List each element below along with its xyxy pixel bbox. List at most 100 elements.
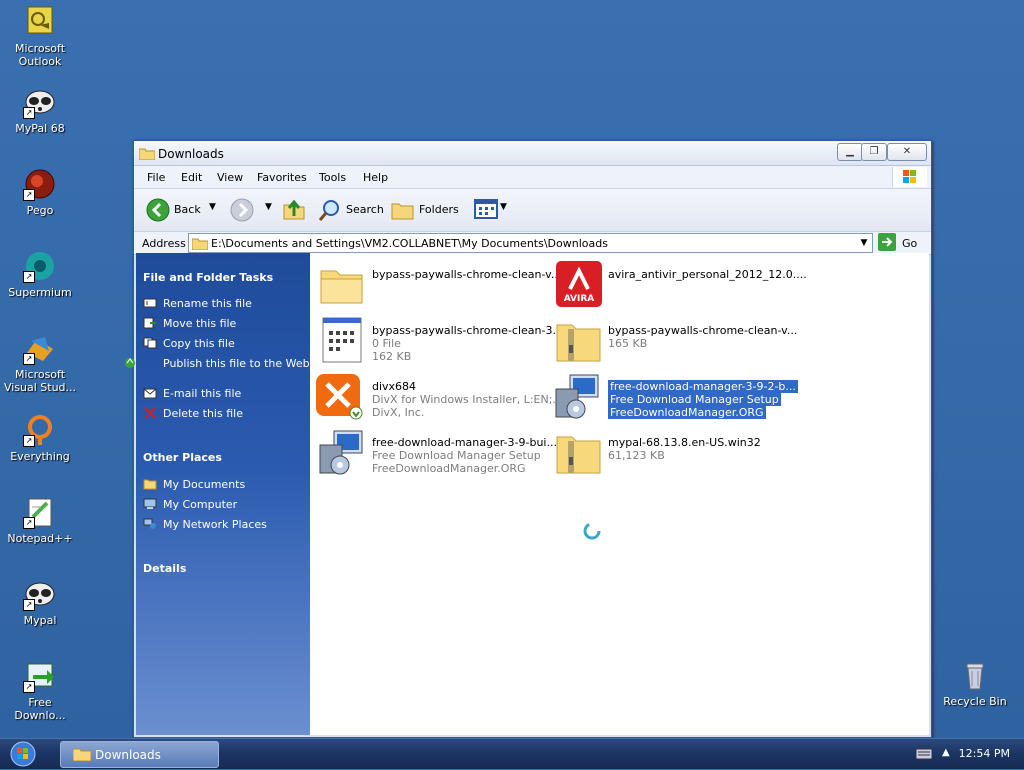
menu-edit[interactable]: Edit bbox=[181, 171, 202, 184]
up-folder-icon[interactable] bbox=[282, 197, 306, 224]
zip-folder-icon bbox=[554, 315, 604, 365]
address-input[interactable]: E:\Documents and Settings\VM2.COLLABNET\… bbox=[188, 233, 873, 253]
close-button[interactable]: ✕ bbox=[887, 143, 927, 161]
notepadpp-icon: ↗ bbox=[23, 495, 57, 529]
file-item[interactable]: free-download-manager-3-9-bui... Free Do… bbox=[318, 427, 557, 477]
forward-dropdown-icon[interactable]: ▼ bbox=[265, 202, 272, 212]
menu-file[interactable]: File bbox=[147, 171, 165, 184]
my-computer-icon bbox=[143, 498, 157, 510]
menu-bar: File Edit View Favorites Tools Help bbox=[134, 166, 931, 189]
minimize-button[interactable]: ▁ bbox=[837, 143, 863, 161]
raccoon-icon: ↗ bbox=[23, 85, 57, 119]
desktop-icon-recycle-bin[interactable]: Recycle Bin bbox=[936, 658, 1014, 708]
folder-icon bbox=[138, 147, 156, 163]
search-icon[interactable] bbox=[317, 198, 341, 225]
file-size: 162 KB bbox=[372, 350, 412, 363]
place-my-network[interactable]: My Network Places bbox=[143, 518, 308, 531]
file-company: FreeDownloadManager.ORG bbox=[608, 406, 766, 419]
pego-icon: ↗ bbox=[23, 167, 57, 201]
show-hidden-icons-icon[interactable]: ▲ bbox=[942, 747, 950, 758]
rename-icon bbox=[143, 297, 157, 309]
file-name: bypass-paywalls-chrome-clean-v... bbox=[372, 268, 562, 281]
desktop-icon-pego[interactable]: ↗ Pego bbox=[1, 167, 79, 217]
desktop-icon-label: Everything bbox=[10, 450, 70, 463]
go-button[interactable]: Go bbox=[878, 233, 924, 251]
file-size: 61,123 KB bbox=[608, 449, 665, 462]
folder-icon bbox=[191, 237, 209, 253]
content-area: File and Folder Tasks Rename this file M… bbox=[125, 253, 931, 737]
start-button[interactable] bbox=[8, 741, 38, 767]
desktop-icon-everything[interactable]: ↗ Everything bbox=[1, 413, 79, 463]
desktop-icon-mypal68[interactable]: ↗ MyPal 68 bbox=[1, 85, 79, 135]
task-move[interactable]: Move this file bbox=[143, 317, 308, 330]
desktop-icon-label: Free Downlo... bbox=[14, 696, 66, 722]
file-item[interactable]: AVIRA avira_antivir_personal_2012_12.0..… bbox=[554, 259, 807, 309]
other-places-header[interactable]: Other Places bbox=[143, 451, 222, 464]
file-name: avira_antivir_personal_2012_12.0.... bbox=[608, 268, 807, 281]
toolbar: Back ▼ ▼ Search Folders ▼ bbox=[134, 189, 931, 232]
clock[interactable]: 12:54 PM bbox=[959, 747, 1010, 760]
menu-favorites[interactable]: Favorites bbox=[257, 171, 307, 184]
task-publish[interactable]: Publish this file to the Web bbox=[125, 357, 328, 370]
file-item[interactable]: bypass-paywalls-chrome-clean-v... 165 KB bbox=[554, 315, 804, 365]
views-dropdown-icon[interactable]: ▼ bbox=[500, 202, 507, 212]
desktop-icon-visual-studio[interactable]: ↗ Microsoft Visual Stud... bbox=[1, 331, 79, 394]
keyboard-icon[interactable] bbox=[915, 748, 933, 763]
file-item[interactable]: bypass-paywalls-chrome-clean-v... bbox=[318, 259, 561, 309]
desktop-icon-label: Mypal bbox=[23, 614, 57, 627]
outlook-icon bbox=[23, 5, 57, 39]
desktop-icon-notepadpp[interactable]: ↗ Notepad++ bbox=[1, 495, 79, 545]
task-delete[interactable]: Delete this file bbox=[143, 407, 308, 420]
desktop-icon-outlook[interactable]: Microsoft Outlook bbox=[1, 5, 79, 68]
folders-icon[interactable] bbox=[391, 199, 415, 224]
shortcut-arrow-icon: ↗ bbox=[23, 271, 35, 283]
task-email[interactable]: E-mail this file bbox=[143, 387, 308, 400]
task-label: Delete this file bbox=[163, 407, 243, 420]
busy-cursor-icon bbox=[582, 521, 602, 544]
title-bar[interactable]: Downloads ▁ ❐ ✕ bbox=[134, 141, 931, 166]
forward-arrow-icon[interactable] bbox=[230, 198, 254, 225]
file-item[interactable]: divx684 DivX for Windows Installer, L:EN… bbox=[314, 371, 563, 421]
file-type: DivX for Windows Installer, L:EN;... bbox=[372, 393, 563, 406]
task-label: E-mail this file bbox=[163, 387, 242, 400]
menu-help[interactable]: Help bbox=[363, 171, 388, 184]
address-dropdown-icon[interactable]: ▼ bbox=[856, 234, 872, 252]
desktop-icon-mypal[interactable]: ↗ Mypal bbox=[1, 577, 79, 627]
taskbar-button-downloads[interactable]: Downloads bbox=[60, 741, 219, 768]
task-copy[interactable]: Copy this file bbox=[143, 337, 308, 350]
place-my-computer[interactable]: My Computer bbox=[143, 498, 308, 511]
desktop-icon-label: Microsoft Visual Stud... bbox=[3, 368, 77, 394]
back-button[interactable]: Back bbox=[174, 203, 201, 216]
folder-icon bbox=[318, 259, 368, 309]
shortcut-arrow-icon: ↗ bbox=[23, 189, 35, 201]
menu-view[interactable]: View bbox=[217, 171, 243, 184]
menu-tools[interactable]: Tools bbox=[319, 171, 346, 184]
task-rename[interactable]: Rename this file bbox=[143, 297, 308, 310]
explorer-window[interactable]: Downloads ▁ ❐ ✕ File Edit View Favorites… bbox=[125, 140, 932, 738]
desktop-icon-label: Microsoft Outlook bbox=[14, 42, 66, 68]
details-header[interactable]: Details bbox=[143, 562, 186, 575]
maximize-button[interactable]: ❐ bbox=[861, 143, 887, 161]
desktop-icon-free-download[interactable]: ↗ Free Downlo... bbox=[1, 659, 79, 722]
file-list: bypass-paywalls-chrome-clean-v... AVIRA … bbox=[310, 253, 929, 735]
network-places-icon bbox=[143, 518, 157, 530]
place-my-documents[interactable]: My Documents bbox=[143, 478, 308, 491]
back-arrow-icon[interactable] bbox=[146, 198, 170, 225]
file-item[interactable]: bypass-paywalls-chrome-clean-3.... 0 Fil… bbox=[318, 315, 566, 365]
folders-button[interactable]: Folders bbox=[419, 203, 459, 216]
file-name: bypass-paywalls-chrome-clean-v... bbox=[608, 324, 798, 337]
file-folder-tasks-header[interactable]: File and Folder Tasks bbox=[143, 271, 273, 284]
task-label: Copy this file bbox=[163, 337, 235, 350]
back-dropdown-icon[interactable]: ▼ bbox=[209, 202, 216, 212]
task-label: Rename this file bbox=[163, 297, 252, 310]
desktop-icon-supermium[interactable]: ↗ Supermium bbox=[1, 249, 79, 299]
file-item[interactable]: mypal-68.13.8.en-US.win32 61,123 KB bbox=[554, 427, 804, 477]
installer-icon bbox=[554, 371, 604, 421]
search-button[interactable]: Search bbox=[346, 203, 384, 216]
file-item-selected[interactable]: free-download-manager-3-9-2-b... Free Do… bbox=[554, 371, 804, 421]
file-name: free-download-manager-3-9-bui... bbox=[372, 436, 557, 449]
desktop-icon-label: Supermium bbox=[8, 286, 72, 299]
address-value: E:\Documents and Settings\VM2.COLLABNET\… bbox=[211, 237, 608, 250]
views-icon[interactable] bbox=[474, 199, 498, 222]
avira-icon: AVIRA bbox=[554, 259, 604, 309]
